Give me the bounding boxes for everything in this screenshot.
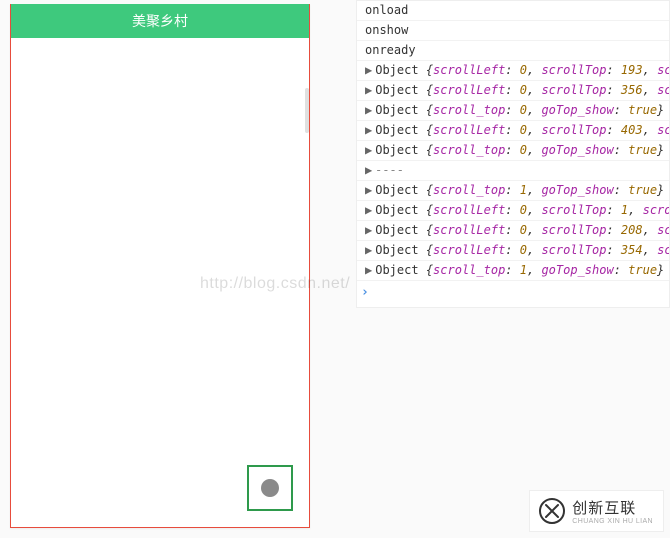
obj-value: 1 (520, 263, 527, 277)
console-object-line[interactable]: ▶Object {scrollLeft: 0, scrollTop: 1, sc… (357, 201, 669, 221)
phone-body[interactable] (11, 38, 309, 527)
console-panel[interactable]: onloadonshowonready▶Object {scrollLeft: … (356, 0, 670, 308)
expand-triangle-icon[interactable]: ▶ (365, 263, 372, 277)
obj-key: goTop_show (541, 143, 613, 157)
console-object-line[interactable]: ▶Object {scrollLeft: 0, scrollTop: 403, … (357, 121, 669, 141)
object-label: Object (375, 63, 426, 77)
obj-value: true (628, 103, 657, 117)
brand-icon (538, 497, 566, 525)
obj-key: scroll_top (433, 183, 505, 197)
obj-key: goTop_show (541, 103, 613, 117)
obj-value: 208 (621, 223, 643, 237)
console-object-line[interactable]: ▶Object {scroll_top: 0, goTop_show: true… (357, 141, 669, 161)
console-plain-line: onshow (357, 21, 669, 41)
obj-key: scroll (657, 83, 670, 97)
obj-value: 403 (621, 123, 643, 137)
console-object-line[interactable]: ▶Object {scroll_top: 0, goTop_show: true… (357, 101, 669, 121)
obj-key: scroll (657, 243, 670, 257)
obj-key: scrollTop (541, 123, 606, 137)
phone-preview: 美聚乡村 (10, 4, 310, 528)
obj-key: scrollTop (541, 203, 606, 217)
console-object-line[interactable]: ▶Object {scrollLeft: 0, scrollTop: 354, … (357, 241, 669, 261)
console-object-line[interactable]: ▶Object {scrollLeft: 0, scrollTop: 193, … (357, 61, 669, 81)
console-plain-line: onready (357, 41, 669, 61)
obj-value: 0 (520, 223, 527, 237)
obj-key: scrollTop (541, 63, 606, 77)
obj-value: 0 (520, 143, 527, 157)
console-object-line[interactable]: ▶Object {scroll_top: 1, goTop_show: true… (357, 261, 669, 281)
obj-key: goTop_show (541, 263, 613, 277)
obj-key: scrollLeft (433, 83, 505, 97)
obj-value: 354 (621, 243, 643, 257)
object-label: Object (375, 83, 426, 97)
brand-text: 创新互联 CHUANG XIN HU LIAN (572, 497, 653, 525)
expand-triangle-icon[interactable]: ▶ (365, 103, 372, 117)
expand-triangle-icon[interactable]: ▶ (365, 83, 372, 97)
obj-key: scroll_top (433, 143, 505, 157)
expand-triangle-icon[interactable]: ▶ (365, 243, 372, 257)
obj-value: 0 (520, 123, 527, 137)
obj-key: goTop_show (541, 183, 613, 197)
obj-value: true (628, 263, 657, 277)
obj-key: scrollLeft (433, 63, 505, 77)
obj-key: scrollTop (541, 243, 606, 257)
obj-value: 193 (621, 63, 643, 77)
expand-triangle-icon[interactable]: ▶ (365, 63, 372, 77)
obj-key: scroll (657, 123, 670, 137)
object-label: Object (375, 183, 426, 197)
obj-key: scrollLeft (433, 223, 505, 237)
console-object-line[interactable]: ▶Object {scrollLeft: 0, scrollTop: 208, … (357, 221, 669, 241)
obj-value: 1 (520, 183, 527, 197)
obj-value: 0 (520, 103, 527, 117)
obj-value: 0 (520, 203, 527, 217)
console-prompt[interactable]: › (357, 281, 669, 304)
object-label: Object (375, 103, 426, 117)
expand-triangle-icon[interactable]: ▶ (365, 223, 372, 237)
brand-logo: 创新互联 CHUANG XIN HU LIAN (529, 490, 664, 532)
console-plain-line: onload (357, 1, 669, 21)
obj-key: scrollTop (541, 83, 606, 97)
object-label: Object (375, 223, 426, 237)
obj-value: 0 (520, 63, 527, 77)
expand-triangle-icon[interactable]: ▶ (365, 203, 372, 217)
console-object-line[interactable]: ▶Object {scrollLeft: 0, scrollTop: 356, … (357, 81, 669, 101)
object-label: Object (375, 143, 426, 157)
obj-value: true (628, 183, 657, 197)
obj-key: scrollLeft (433, 203, 505, 217)
go-top-button[interactable] (247, 465, 293, 511)
obj-key: scrollTop (541, 223, 606, 237)
console-divider: ▶---- (357, 161, 669, 181)
go-top-dot-icon (261, 479, 279, 497)
brand-text-sub: CHUANG XIN HU LIAN (572, 518, 653, 525)
object-label: Object (375, 263, 426, 277)
obj-value: true (628, 143, 657, 157)
obj-value: 0 (520, 243, 527, 257)
object-label: Object (375, 123, 426, 137)
object-label: Object (375, 243, 426, 257)
object-label: Object (375, 203, 426, 217)
obj-value: 0 (520, 83, 527, 97)
obj-key: scrollHe (643, 203, 670, 217)
obj-key: scroll (657, 223, 670, 237)
obj-key: scroll_top (433, 263, 505, 277)
console-object-line[interactable]: ▶Object {scroll_top: 1, goTop_show: true… (357, 181, 669, 201)
obj-key: scrollLeft (433, 123, 505, 137)
obj-key: scroll_top (433, 103, 505, 117)
obj-key: scrollLeft (433, 243, 505, 257)
expand-triangle-icon[interactable]: ▶ (365, 163, 372, 177)
obj-key: scroll (657, 63, 670, 77)
expand-triangle-icon[interactable]: ▶ (365, 123, 372, 137)
brand-text-main: 创新互联 (572, 497, 653, 518)
console-lines-container: onloadonshowonready▶Object {scrollLeft: … (357, 1, 669, 281)
obj-value: 356 (621, 83, 643, 97)
expand-triangle-icon[interactable]: ▶ (365, 143, 372, 157)
phone-header-title: 美聚乡村 (11, 4, 309, 38)
scrollbar-thumb[interactable] (305, 88, 309, 133)
expand-triangle-icon[interactable]: ▶ (365, 183, 372, 197)
